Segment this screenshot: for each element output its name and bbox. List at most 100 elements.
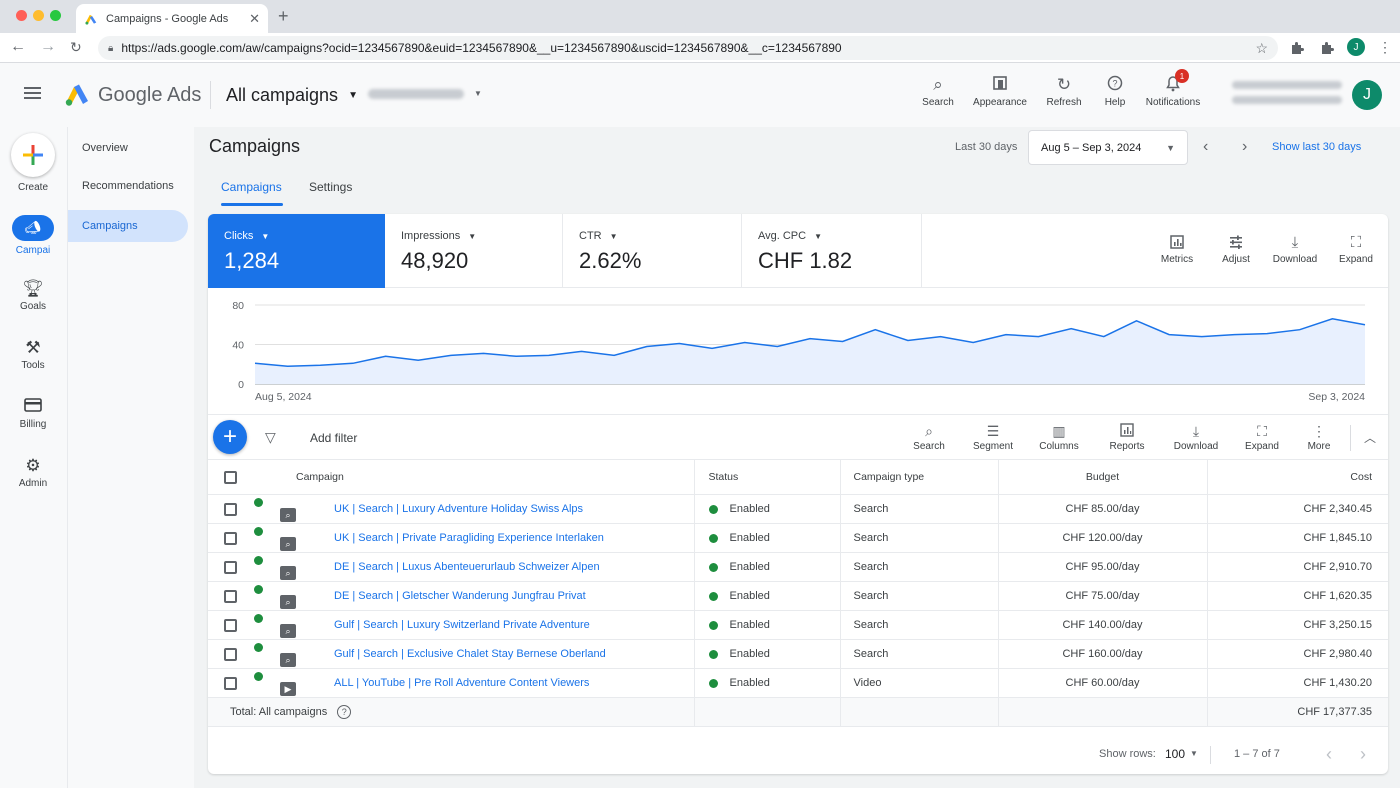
address-bar[interactable]: 🔒︎ https://ads.google.com/aw/campaigns?o… bbox=[98, 36, 1278, 60]
segment-button[interactable]: ☰ Segment bbox=[968, 423, 1018, 452]
close-window-button[interactable] bbox=[16, 10, 27, 21]
browser-profile-avatar[interactable]: J bbox=[1347, 38, 1365, 56]
row-checkbox[interactable] bbox=[224, 676, 237, 690]
add-campaign-button[interactable]: + bbox=[213, 420, 247, 454]
metric-card-ctr[interactable]: CTR ▼ 2.62% bbox=[563, 214, 742, 288]
tab-close-icon[interactable]: ✕ bbox=[249, 11, 260, 27]
previous-page-chevron-icon[interactable]: ‹ bbox=[1326, 744, 1332, 765]
maximize-window-button[interactable] bbox=[50, 10, 61, 21]
campaign-name-link[interactable]: UK | Search | Luxury Adventure Holiday S… bbox=[334, 503, 583, 515]
user-avatar[interactable]: J bbox=[1352, 80, 1382, 110]
back-icon[interactable]: ← bbox=[10, 38, 26, 56]
campaign-name-link[interactable]: DE | Search | Luxus Abenteuerurlaub Schw… bbox=[334, 561, 600, 573]
metrics-button[interactable]: Metrics bbox=[1156, 234, 1198, 265]
row-checkbox[interactable] bbox=[224, 502, 237, 516]
download-button[interactable]: ⤓ Download bbox=[1270, 234, 1320, 265]
rail-item-admin[interactable]: ⚙ Admin bbox=[0, 456, 66, 489]
table-row[interactable]: ⌕ DE | Search | Gletscher Wanderung Jungf… bbox=[208, 581, 1388, 611]
header-refresh-button[interactable]: ↻ Refresh bbox=[1043, 75, 1085, 108]
table-row[interactable]: ⌕ UK | Search | Private Paragliding Exper… bbox=[208, 523, 1388, 553]
new-tab-button[interactable]: + bbox=[278, 6, 289, 27]
table-row[interactable]: ▶ ALL | YouTube | Pre Roll Adventure Cont… bbox=[208, 668, 1388, 698]
column-header-budget[interactable]: Budget bbox=[997, 459, 1207, 495]
subnav-item-recommendations[interactable]: Recommendations bbox=[68, 170, 188, 202]
browser-tab[interactable]: Campaigns - Google Ads ✕ bbox=[76, 4, 268, 33]
table-row[interactable]: ⌕ UK | Search | Luxury Adventure Holiday … bbox=[208, 494, 1388, 524]
reload-icon[interactable]: ↻ bbox=[70, 39, 82, 56]
more-button[interactable]: ⋮ More bbox=[1300, 423, 1338, 452]
account-view-selector[interactable]: All campaigns ▼ bbox=[226, 85, 358, 106]
budget-cell[interactable]: CHF 120.00/day bbox=[997, 523, 1207, 553]
header-notifications-button[interactable]: Notifications bbox=[1140, 75, 1206, 108]
create-button[interactable] bbox=[11, 133, 55, 177]
google-ads-logo[interactable]: Google Ads bbox=[64, 83, 201, 107]
table-row[interactable]: ⌕ DE | Search | Luxus Abenteuerurlaub Sch… bbox=[208, 552, 1388, 582]
show-last-30-days-link[interactable]: Show last 30 days bbox=[1272, 141, 1361, 153]
subnav-item-overview[interactable]: Overview bbox=[68, 132, 188, 164]
table-expand-button[interactable]: ⛶ Expand bbox=[1240, 423, 1284, 452]
status-text[interactable]: Enabled bbox=[730, 677, 770, 689]
columns-button[interactable]: ▥ Columns bbox=[1034, 423, 1084, 452]
tab-settings[interactable]: Settings bbox=[309, 180, 352, 194]
reports-button[interactable]: Reports bbox=[1102, 423, 1152, 452]
table-row[interactable]: ⌕ Gulf | Search | Exclusive Chalet Stay B… bbox=[208, 639, 1388, 669]
table-download-button[interactable]: ⤓ Download bbox=[1170, 423, 1222, 452]
table-search-button[interactable]: ⌕ Search bbox=[908, 423, 950, 452]
expand-button[interactable]: ⛶ Expand bbox=[1335, 234, 1377, 265]
table-row[interactable]: ⌕ Gulf | Search | Luxury Switzerland Priv… bbox=[208, 610, 1388, 640]
row-checkbox[interactable] bbox=[224, 618, 237, 632]
metric-card-avg-cpc[interactable]: Avg. CPC ▼ CHF 1.82 bbox=[742, 214, 922, 288]
forward-icon[interactable]: → bbox=[40, 38, 56, 56]
adjust-button[interactable]: Adjust bbox=[1216, 234, 1256, 265]
metric-card-clicks[interactable]: Clicks ▼ 1,284 bbox=[208, 214, 385, 288]
tab-campaigns[interactable]: Campaigns bbox=[221, 180, 282, 194]
status-text[interactable]: Enabled bbox=[730, 503, 770, 515]
column-header-cost[interactable]: Cost bbox=[1206, 459, 1388, 495]
main-menu-icon[interactable] bbox=[24, 87, 41, 99]
row-checkbox[interactable] bbox=[224, 560, 237, 574]
filter-icon[interactable]: ▽ bbox=[265, 429, 276, 446]
browser-menu-icon[interactable]: ⋮ bbox=[1378, 39, 1392, 56]
status-text[interactable]: Enabled bbox=[730, 532, 770, 544]
collapse-chevron-up-icon[interactable]: ︿ bbox=[1364, 429, 1376, 446]
rail-item-tools[interactable]: ⚒ Tools bbox=[0, 338, 66, 371]
budget-cell[interactable]: CHF 95.00/day bbox=[997, 552, 1207, 582]
add-filter-button[interactable]: Add filter bbox=[310, 431, 357, 445]
header-appearance-button[interactable]: Appearance bbox=[970, 75, 1030, 108]
column-header-campaign[interactable]: Campaign bbox=[296, 459, 694, 495]
campaign-name-link[interactable]: Gulf | Search | Exclusive Chalet Stay Be… bbox=[334, 648, 606, 660]
rows-per-page-select[interactable]: 100 bbox=[1165, 747, 1185, 761]
budget-cell[interactable]: CHF 85.00/day bbox=[997, 494, 1207, 524]
status-text[interactable]: Enabled bbox=[730, 619, 770, 631]
budget-cell[interactable]: CHF 140.00/day bbox=[997, 610, 1207, 640]
campaign-name-link[interactable]: UK | Search | Private Paragliding Experi… bbox=[334, 532, 604, 544]
header-help-button[interactable]: ? Help bbox=[1098, 75, 1132, 108]
date-range-picker[interactable]: Aug 5 – Sep 3, 2024 ▼ bbox=[1028, 130, 1188, 165]
minimize-window-button[interactable] bbox=[33, 10, 44, 21]
column-header-status[interactable]: Status bbox=[693, 459, 840, 495]
extension-puzzle-icon[interactable] bbox=[1290, 41, 1304, 55]
next-period-chevron-icon[interactable]: › bbox=[1242, 138, 1247, 156]
previous-period-chevron-icon[interactable]: ‹ bbox=[1203, 138, 1208, 156]
help-icon[interactable]: ? bbox=[337, 705, 352, 719]
campaign-name-link[interactable]: Gulf | Search | Luxury Switzerland Priva… bbox=[334, 619, 590, 631]
row-checkbox[interactable] bbox=[224, 531, 237, 545]
extensions-icon[interactable] bbox=[1320, 41, 1334, 55]
next-page-chevron-icon[interactable]: › bbox=[1360, 744, 1366, 765]
row-checkbox[interactable] bbox=[224, 589, 237, 603]
account-caret-icon[interactable]: ▼ bbox=[474, 89, 482, 98]
campaign-name-link[interactable]: DE | Search | Gletscher Wanderung Jungfr… bbox=[334, 590, 586, 602]
select-all-checkbox[interactable] bbox=[224, 470, 237, 484]
subnav-item-campaigns[interactable]: Campaigns bbox=[68, 210, 188, 242]
bookmark-star-icon[interactable]: ☆ bbox=[1255, 40, 1268, 57]
status-text[interactable]: Enabled bbox=[730, 648, 770, 660]
rail-item-billing[interactable]: Billing bbox=[0, 397, 66, 430]
budget-cell[interactable]: CHF 160.00/day bbox=[997, 639, 1207, 669]
rail-item-campaigns[interactable]: 📣︎ Campai bbox=[0, 215, 66, 256]
row-checkbox[interactable] bbox=[224, 647, 237, 661]
budget-cell[interactable]: CHF 60.00/day bbox=[997, 668, 1207, 698]
budget-cell[interactable]: CHF 75.00/day bbox=[997, 581, 1207, 611]
header-search-button[interactable]: ⌕ Search bbox=[918, 75, 958, 108]
column-header-campaign-type[interactable]: Campaign type bbox=[839, 459, 998, 495]
metric-card-impressions[interactable]: Impressions ▼ 48,920 bbox=[385, 214, 563, 288]
